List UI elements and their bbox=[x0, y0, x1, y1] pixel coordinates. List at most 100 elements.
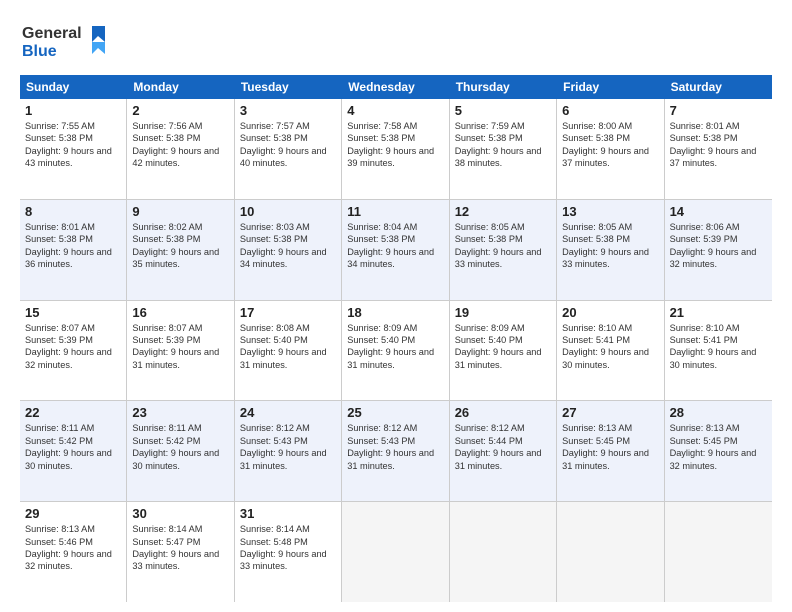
cell-info: Sunrise: 7:58 AM Sunset: 5:38 PM Dayligh… bbox=[347, 120, 443, 170]
calendar-cell bbox=[342, 502, 449, 602]
day-number: 8 bbox=[25, 204, 121, 219]
cell-info: Sunrise: 8:10 AM Sunset: 5:41 PM Dayligh… bbox=[670, 322, 767, 372]
calendar-cell: 10Sunrise: 8:03 AM Sunset: 5:38 PM Dayli… bbox=[235, 200, 342, 300]
calendar-cell: 18 Sunrise: 8:09 AM Sunset: 5:40 PM Dayli… bbox=[342, 301, 449, 401]
calendar-week-row: 1 Sunrise: 7:55 AM Sunset: 5:38 PM Daylig… bbox=[20, 99, 772, 200]
cell-info: Sunrise: 8:11 AM Sunset: 5:42 PM Dayligh… bbox=[25, 422, 121, 472]
day-number: 20 bbox=[562, 305, 658, 320]
day-number: 7 bbox=[670, 103, 767, 118]
cell-info: Sunrise: 8:09 AM Sunset: 5:40 PM Dayligh… bbox=[347, 322, 443, 372]
cell-info: Sunrise: 8:08 AM Sunset: 5:40 PM Dayligh… bbox=[240, 322, 336, 372]
day-number: 18 bbox=[347, 305, 443, 320]
day-number: 10 bbox=[240, 204, 336, 219]
cell-info: Sunrise: 8:01 AM Sunset: 5:38 PM Dayligh… bbox=[670, 120, 767, 170]
calendar-cell: 29 Sunrise: 8:13 AM Sunset: 5:46 PM Dayli… bbox=[20, 502, 127, 602]
calendar-cell: 5 Sunrise: 7:59 AM Sunset: 5:38 PM Daylig… bbox=[450, 99, 557, 199]
calendar-week-row: 22 Sunrise: 8:11 AM Sunset: 5:42 PM Dayli… bbox=[20, 401, 772, 502]
day-number: 6 bbox=[562, 103, 658, 118]
day-number: 30 bbox=[132, 506, 228, 521]
weekday-header: Sunday bbox=[20, 75, 127, 99]
calendar-cell: 11 Sunrise: 8:04 AM Sunset: 5:38 PM Dayli… bbox=[342, 200, 449, 300]
calendar-cell: 26 Sunrise: 8:12 AM Sunset: 5:44 PM Dayli… bbox=[450, 401, 557, 501]
calendar-cell bbox=[450, 502, 557, 602]
calendar-cell: 7 Sunrise: 8:01 AM Sunset: 5:38 PM Daylig… bbox=[665, 99, 772, 199]
calendar-header: SundayMondayTuesdayWednesdayThursdayFrid… bbox=[20, 75, 772, 99]
calendar: SundayMondayTuesdayWednesdayThursdayFrid… bbox=[20, 75, 772, 602]
cell-info: Sunrise: 8:12 AM Sunset: 5:44 PM Dayligh… bbox=[455, 422, 551, 472]
calendar-cell bbox=[557, 502, 664, 602]
weekday-header: Tuesday bbox=[235, 75, 342, 99]
calendar-week-row: 8 Sunrise: 8:01 AM Sunset: 5:38 PM Daylig… bbox=[20, 200, 772, 301]
cell-info: Sunrise: 8:06 AM Sunset: 5:39 PM Dayligh… bbox=[670, 221, 767, 271]
calendar-week-row: 29 Sunrise: 8:13 AM Sunset: 5:46 PM Dayli… bbox=[20, 502, 772, 602]
cell-info: Sunrise: 8:01 AM Sunset: 5:38 PM Dayligh… bbox=[25, 221, 121, 271]
cell-info: Sunrise: 8:07 AM Sunset: 5:39 PM Dayligh… bbox=[132, 322, 228, 372]
day-number: 2 bbox=[132, 103, 228, 118]
day-number: 22 bbox=[25, 405, 121, 420]
calendar-cell: 8 Sunrise: 8:01 AM Sunset: 5:38 PM Daylig… bbox=[20, 200, 127, 300]
calendar-cell: 12Sunrise: 8:05 AM Sunset: 5:38 PM Dayli… bbox=[450, 200, 557, 300]
calendar-cell: 28Sunrise: 8:13 AM Sunset: 5:45 PM Dayli… bbox=[665, 401, 772, 501]
calendar-body: 1 Sunrise: 7:55 AM Sunset: 5:38 PM Daylig… bbox=[20, 99, 772, 602]
day-number: 11 bbox=[347, 204, 443, 219]
calendar-cell: 27Sunrise: 8:13 AM Sunset: 5:45 PM Dayli… bbox=[557, 401, 664, 501]
weekday-header: Monday bbox=[127, 75, 234, 99]
svg-text:Blue: Blue bbox=[22, 43, 57, 60]
cell-info: Sunrise: 7:57 AM Sunset: 5:38 PM Dayligh… bbox=[240, 120, 336, 170]
day-number: 16 bbox=[132, 305, 228, 320]
day-number: 26 bbox=[455, 405, 551, 420]
day-number: 29 bbox=[25, 506, 121, 521]
day-number: 1 bbox=[25, 103, 121, 118]
cell-info: Sunrise: 8:13 AM Sunset: 5:46 PM Dayligh… bbox=[25, 523, 121, 573]
day-number: 15 bbox=[25, 305, 121, 320]
calendar-cell: 2 Sunrise: 7:56 AM Sunset: 5:38 PM Daylig… bbox=[127, 99, 234, 199]
calendar-cell bbox=[665, 502, 772, 602]
calendar-cell: 22 Sunrise: 8:11 AM Sunset: 5:42 PM Dayli… bbox=[20, 401, 127, 501]
day-number: 5 bbox=[455, 103, 551, 118]
day-number: 9 bbox=[132, 204, 228, 219]
weekday-header: Saturday bbox=[665, 75, 772, 99]
cell-info: Sunrise: 8:00 AM Sunset: 5:38 PM Dayligh… bbox=[562, 120, 658, 170]
header: General Blue bbox=[20, 18, 772, 65]
svg-text:General: General bbox=[22, 25, 82, 42]
logo-icon: General Blue bbox=[20, 18, 110, 60]
cell-info: Sunrise: 8:11 AM Sunset: 5:42 PM Dayligh… bbox=[132, 422, 228, 472]
day-number: 4 bbox=[347, 103, 443, 118]
cell-info: Sunrise: 8:05 AM Sunset: 5:38 PM Dayligh… bbox=[562, 221, 658, 271]
calendar-cell: 20 Sunrise: 8:10 AM Sunset: 5:41 PM Dayli… bbox=[557, 301, 664, 401]
calendar-cell: 25Sunrise: 8:12 AM Sunset: 5:43 PM Dayli… bbox=[342, 401, 449, 501]
day-number: 13 bbox=[562, 204, 658, 219]
cell-info: Sunrise: 7:56 AM Sunset: 5:38 PM Dayligh… bbox=[132, 120, 228, 170]
cell-info: Sunrise: 7:59 AM Sunset: 5:38 PM Dayligh… bbox=[455, 120, 551, 170]
calendar-cell: 21Sunrise: 8:10 AM Sunset: 5:41 PM Dayli… bbox=[665, 301, 772, 401]
day-number: 31 bbox=[240, 506, 336, 521]
cell-info: Sunrise: 8:14 AM Sunset: 5:48 PM Dayligh… bbox=[240, 523, 336, 573]
calendar-cell: 1 Sunrise: 7:55 AM Sunset: 5:38 PM Daylig… bbox=[20, 99, 127, 199]
calendar-cell: 24Sunrise: 8:12 AM Sunset: 5:43 PM Dayli… bbox=[235, 401, 342, 501]
calendar-cell: 15 Sunrise: 8:07 AM Sunset: 5:39 PM Dayli… bbox=[20, 301, 127, 401]
calendar-cell: 4 Sunrise: 7:58 AM Sunset: 5:38 PM Daylig… bbox=[342, 99, 449, 199]
calendar-cell: 30Sunrise: 8:14 AM Sunset: 5:47 PM Dayli… bbox=[127, 502, 234, 602]
calendar-cell: 16 Sunrise: 8:07 AM Sunset: 5:39 PM Dayli… bbox=[127, 301, 234, 401]
calendar-cell: 14Sunrise: 8:06 AM Sunset: 5:39 PM Dayli… bbox=[665, 200, 772, 300]
calendar-cell: 13 Sunrise: 8:05 AM Sunset: 5:38 PM Dayli… bbox=[557, 200, 664, 300]
day-number: 17 bbox=[240, 305, 336, 320]
day-number: 3 bbox=[240, 103, 336, 118]
cell-info: Sunrise: 8:09 AM Sunset: 5:40 PM Dayligh… bbox=[455, 322, 551, 372]
cell-info: Sunrise: 8:07 AM Sunset: 5:39 PM Dayligh… bbox=[25, 322, 121, 372]
calendar-cell: 9 Sunrise: 8:02 AM Sunset: 5:38 PM Daylig… bbox=[127, 200, 234, 300]
cell-info: Sunrise: 8:02 AM Sunset: 5:38 PM Dayligh… bbox=[132, 221, 228, 271]
cell-info: Sunrise: 8:13 AM Sunset: 5:45 PM Dayligh… bbox=[670, 422, 767, 472]
page: General Blue SundayMondayTuesdayWednesda… bbox=[0, 0, 792, 612]
logo: General Blue bbox=[20, 18, 110, 65]
cell-info: Sunrise: 7:55 AM Sunset: 5:38 PM Dayligh… bbox=[25, 120, 121, 170]
day-number: 27 bbox=[562, 405, 658, 420]
cell-info: Sunrise: 8:04 AM Sunset: 5:38 PM Dayligh… bbox=[347, 221, 443, 271]
cell-info: Sunrise: 8:12 AM Sunset: 5:43 PM Dayligh… bbox=[347, 422, 443, 472]
calendar-cell: 6 Sunrise: 8:00 AM Sunset: 5:38 PM Daylig… bbox=[557, 99, 664, 199]
calendar-cell: 3 Sunrise: 7:57 AM Sunset: 5:38 PM Daylig… bbox=[235, 99, 342, 199]
cell-info: Sunrise: 8:10 AM Sunset: 5:41 PM Dayligh… bbox=[562, 322, 658, 372]
weekday-header: Wednesday bbox=[342, 75, 449, 99]
cell-info: Sunrise: 8:05 AM Sunset: 5:38 PM Dayligh… bbox=[455, 221, 551, 271]
weekday-header: Friday bbox=[557, 75, 664, 99]
